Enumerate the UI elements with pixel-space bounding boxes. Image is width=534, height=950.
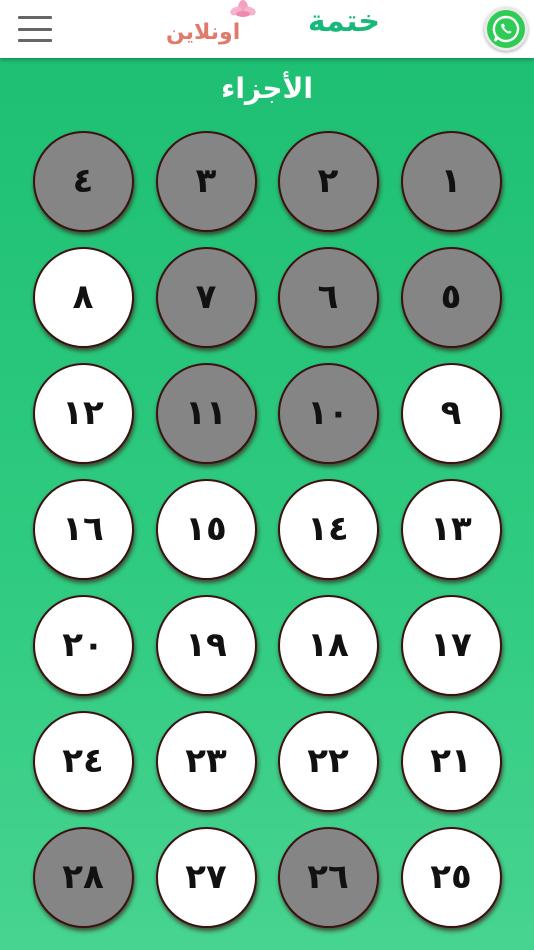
parts-grid: ١ ٢ ٣ ٤ ٥ ٦ ٧ ٨ ٩ ١٠ ١١ ١٢ ١٣ ١٤ ١٥ ١٦ ١٧ ١٨ ١٩ ٢٠ ٢١ ٢٢ ٢٣ ٢٤ ٢…: [0, 0, 534, 950]
juz-button[interactable]: ٢١: [400, 710, 502, 812]
juz-button[interactable]: ٢٠: [32, 594, 134, 696]
juz-button[interactable]: ٤: [32, 130, 134, 232]
whatsapp-glyph: [492, 15, 520, 43]
juz-button[interactable]: ٢٦: [277, 826, 379, 928]
logo-main-text: ختمة: [307, 4, 380, 39]
juz-button[interactable]: ١١: [155, 362, 257, 464]
whatsapp-icon[interactable]: [484, 7, 528, 51]
flower-icon: [230, 0, 256, 17]
juz-button[interactable]: ٢: [277, 130, 379, 232]
juz-button[interactable]: ٢٧: [155, 826, 257, 928]
juz-button[interactable]: ٣: [155, 130, 257, 232]
juz-button[interactable]: ٨: [32, 246, 134, 348]
juz-button[interactable]: ٢٣: [155, 710, 257, 812]
app-logo[interactable]: ختمة اونلاين: [160, 0, 390, 58]
juz-button[interactable]: ١٨: [277, 594, 379, 696]
juz-button[interactable]: ١٦: [32, 478, 134, 580]
menu-icon[interactable]: [18, 14, 52, 44]
juz-button[interactable]: ١٧: [400, 594, 502, 696]
juz-button[interactable]: ٩: [400, 362, 502, 464]
juz-button[interactable]: ١٠: [277, 362, 379, 464]
juz-button[interactable]: ١: [400, 130, 502, 232]
app-header: ختمة اونلاين: [0, 0, 534, 58]
juz-button[interactable]: ٥: [400, 246, 502, 348]
menu-line: [18, 27, 52, 31]
juz-button[interactable]: ٢٥: [400, 826, 502, 928]
menu-line: [18, 16, 52, 19]
juz-button[interactable]: ٧: [155, 246, 257, 348]
logo-sub-text: اونلاين: [166, 20, 241, 45]
juz-button[interactable]: ١٣: [400, 478, 502, 580]
juz-button[interactable]: ١٢: [32, 362, 134, 464]
juz-button[interactable]: ٢٨: [32, 826, 134, 928]
juz-button[interactable]: ٦: [277, 246, 379, 348]
juz-button[interactable]: ٢٢: [277, 710, 379, 812]
juz-button[interactable]: ١٥: [155, 478, 257, 580]
menu-line: [18, 39, 52, 42]
juz-button[interactable]: ١٤: [277, 478, 379, 580]
juz-button[interactable]: ١٩: [155, 594, 257, 696]
juz-button[interactable]: ٢٤: [32, 710, 134, 812]
